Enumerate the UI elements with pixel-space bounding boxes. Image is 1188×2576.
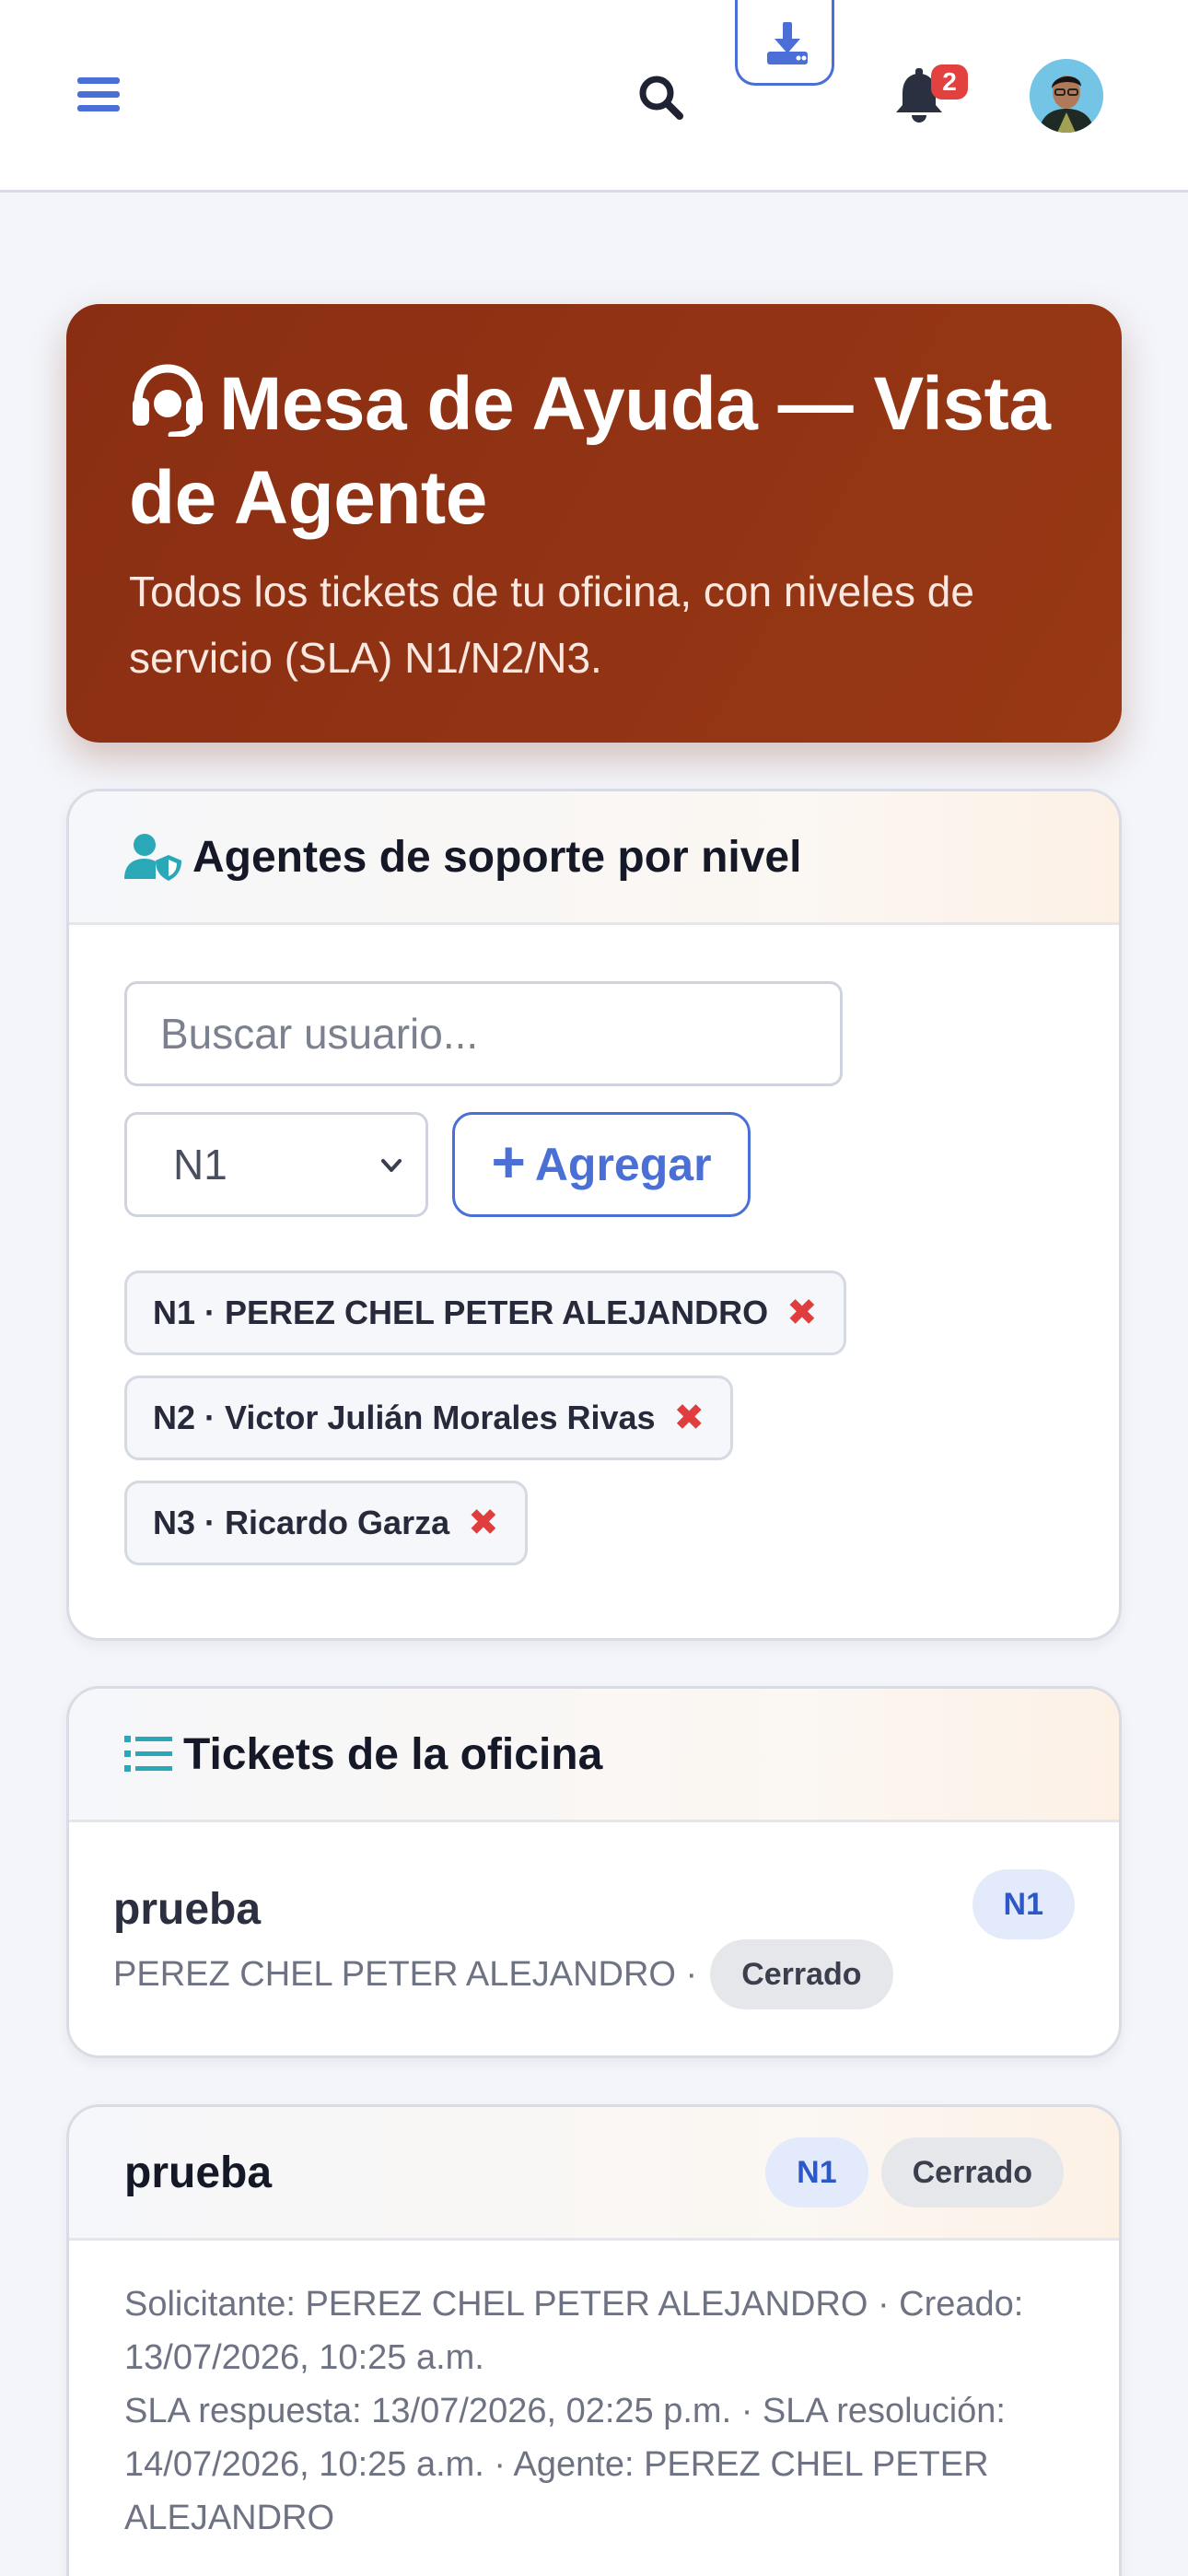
agent-chip: N1 · PEREZ CHEL PETER ALEJANDRO ✖ [124, 1270, 846, 1355]
remove-agent-icon[interactable]: ✖ [468, 1502, 499, 1544]
remove-agent-icon[interactable]: ✖ [674, 1397, 705, 1439]
add-agent-button[interactable]: + Agregar [452, 1112, 751, 1217]
remove-agent-icon[interactable]: ✖ [786, 1292, 818, 1334]
agent-chip: N2 · Victor Julián Morales Rivas ✖ [124, 1376, 734, 1460]
page-title: Mesa de Ayuda — Vista de Agente [129, 357, 1059, 545]
agent-chip-label: N1 · PEREZ CHEL PETER ALEJANDRO [153, 1294, 769, 1331]
ticket-requester: PEREZ CHEL PETER ALEJANDRO · [113, 1954, 698, 1994]
level-select-value: N1 [173, 1141, 227, 1188]
notification-count-badge: 2 [931, 64, 968, 100]
ticket-row[interactable]: prueba PEREZ CHEL PETER ALEJANDRO · Cerr… [69, 1825, 1119, 2055]
agents-card-title: Agentes de soporte por nivel [192, 832, 802, 882]
agents-card-header: Agentes de soporte por nivel [69, 791, 1119, 925]
user-avatar[interactable] [1030, 59, 1103, 133]
agent-chip-label: N2 · Victor Julián Morales Rivas [153, 1399, 656, 1436]
agent-chip-label: N3 · Ricardo Garza [153, 1504, 450, 1541]
ticket-detail-header: prueba N1 Cerrado [69, 2107, 1119, 2241]
ticket-title: prueba [113, 1885, 262, 1934]
ticket-detail-line: Solicitante: PEREZ CHEL PETER ALEJANDRO … [124, 2285, 1024, 2377]
ticket-detail-title: prueba [124, 2148, 273, 2197]
level-badge: N1 [765, 2137, 868, 2207]
tickets-card-header: Tickets de la oficina [69, 1689, 1119, 1822]
agent-chip: N3 · Ricardo Garza ✖ [124, 1481, 528, 1565]
download-icon [767, 22, 808, 64]
tickets-card: Tickets de la oficina prueba PEREZ CHEL … [66, 1686, 1122, 2058]
status-badge: Cerrado [880, 2137, 1064, 2207]
top-bar: 2 [0, 0, 1188, 193]
plus-icon: + [491, 1129, 526, 1195]
list-icon [124, 1736, 172, 1772]
download-app-button[interactable] [735, 0, 834, 86]
user-shield-icon [124, 834, 181, 881]
add-agent-label: Agregar [534, 1139, 712, 1190]
ticket-detail-badges: N1 Cerrado [765, 2137, 1064, 2207]
ticket-detail-line: SLA respuesta: 13/07/2026, 02:25 p.m. · … [124, 2392, 1006, 2537]
user-search-input[interactable] [124, 981, 843, 1086]
search-icon[interactable] [635, 72, 687, 123]
agents-card: Agentes de soporte por nivel N1 + Agrega… [66, 789, 1122, 1641]
ticket-detail-body: Solicitante: PEREZ CHEL PETER ALEJANDRO … [69, 2241, 1119, 2576]
chevron-down-icon [381, 1159, 402, 1172]
status-badge: Cerrado [710, 1939, 893, 2009]
level-select[interactable]: N1 [124, 1112, 428, 1217]
headset-icon [133, 364, 203, 437]
level-badge: N1 [972, 1869, 1075, 1939]
ticket-meta: PEREZ CHEL PETER ALEJANDRO · Cerrado [113, 1939, 893, 2009]
hero-title-text: Mesa de Ayuda — Vista de Agente [129, 362, 1051, 540]
ticket-detail-card: prueba N1 Cerrado Solicitante: PEREZ CHE… [66, 2104, 1122, 2576]
hero-subtitle: Todos los tickets de tu oficina, con niv… [129, 568, 974, 682]
tickets-card-title: Tickets de la oficina [183, 1729, 603, 1779]
hero-banner: Mesa de Ayuda — Vista de Agente Todos lo… [66, 304, 1122, 743]
hamburger-menu-icon[interactable] [77, 76, 120, 112]
avatar-image [1030, 59, 1103, 133]
